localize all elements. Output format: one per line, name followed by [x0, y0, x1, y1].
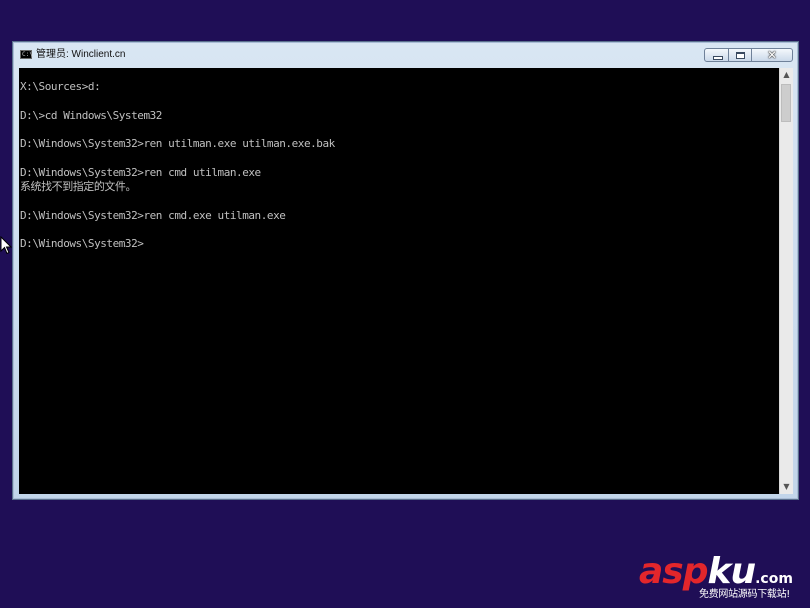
watermark-brand-red: asp: [639, 551, 708, 592]
console-line: D:\Windows\System32>ren utilman.exe util…: [20, 137, 335, 151]
console-line: D:\Windows\System32>ren cmd utilman.exe: [20, 165, 261, 179]
title-bar[interactable]: C:\ 管理员: Winclient.cn ✕: [13, 42, 798, 68]
vertical-scrollbar[interactable]: ▲ ▼: [779, 68, 793, 494]
mouse-pointer-icon: [0, 236, 12, 255]
console-line: D:\>cd Windows\System32: [20, 108, 162, 122]
minimize-button[interactable]: [704, 48, 729, 62]
command-prompt-window[interactable]: C:\ 管理员: Winclient.cn ✕ X:\Sources>d: D:…: [12, 41, 799, 500]
watermark-brand-white: ku: [707, 551, 757, 592]
site-watermark: aspku.com 免费网站源码下载站!: [639, 552, 807, 604]
console-line: D:\Windows\System32>ren cmd.exe utilman.…: [20, 208, 286, 222]
watermark-tagline: 免费网站源码下载站!: [699, 589, 791, 600]
maximize-button[interactable]: [728, 48, 752, 62]
window-title: 管理员: Winclient.cn: [36, 49, 126, 60]
scroll-up-icon[interactable]: ▲: [780, 68, 793, 82]
console-line: 系统找不到指定的文件。: [20, 180, 137, 194]
maximize-icon: [736, 52, 745, 59]
scroll-down-icon[interactable]: ▼: [780, 480, 793, 494]
console-line: X:\Sources>d:: [20, 80, 101, 93]
console-output[interactable]: X:\Sources>d: D:\>cd Windows\System32 D:…: [19, 68, 779, 494]
window-controls: ✕: [704, 48, 793, 62]
console-lines: X:\Sources>d: D:\>cd Windows\System32 D:…: [20, 80, 335, 252]
minimize-icon: [713, 56, 723, 60]
close-icon: ✕: [766, 48, 778, 62]
close-button[interactable]: ✕: [751, 48, 793, 62]
scrollbar-thumb[interactable]: [781, 84, 791, 122]
watermark-domain: .com: [755, 571, 793, 587]
console-icon: C:\: [20, 50, 33, 59]
command-prompt-line[interactable]: D:\Windows\System32>: [20, 237, 335, 251]
